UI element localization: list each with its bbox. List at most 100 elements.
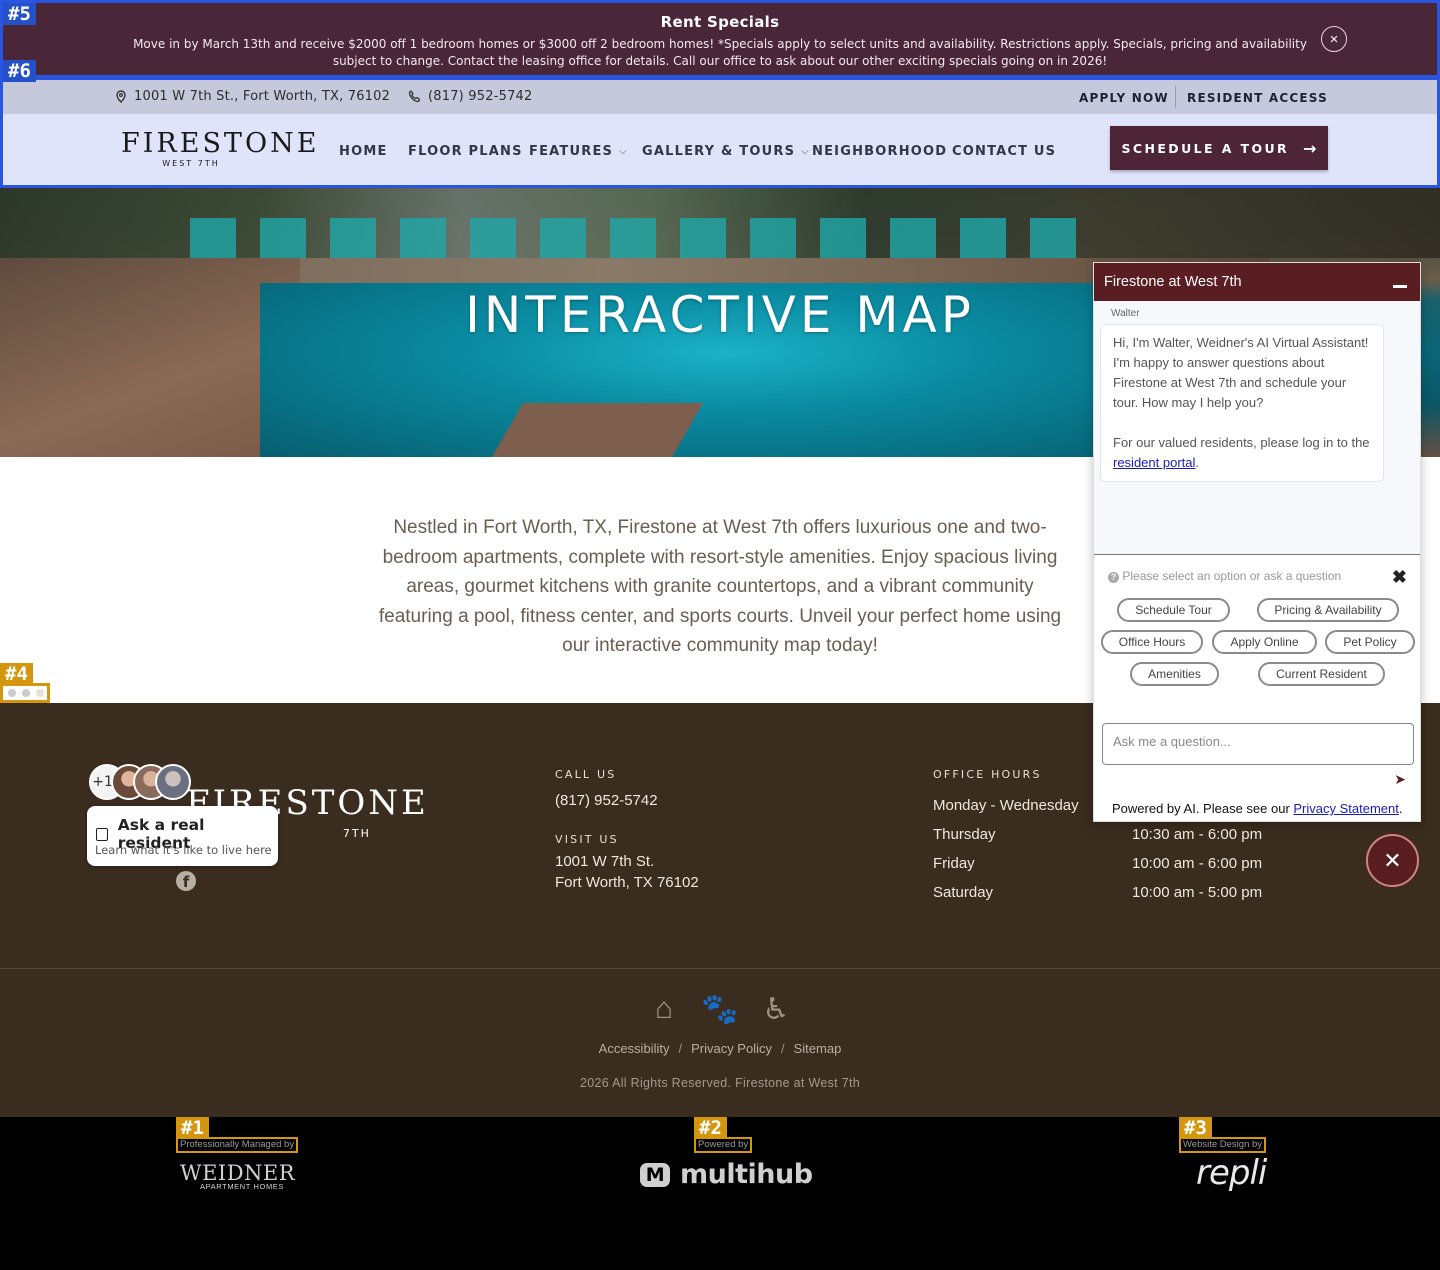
minimize-icon[interactable] bbox=[1393, 285, 1407, 288]
ask-resident-card[interactable]: Ask a real resident Learn what it's like… bbox=[87, 806, 278, 866]
chat-prompt: ? Please select an option or ask a quest… bbox=[1108, 569, 1341, 583]
loading-dots[interactable] bbox=[0, 683, 50, 703]
option-pet-policy[interactable]: Pet Policy bbox=[1325, 630, 1415, 654]
nav-features[interactable]: FEATURES ⌵ bbox=[529, 144, 628, 159]
sitemap-link[interactable]: Sitemap bbox=[794, 1041, 842, 1056]
overlay-tag-6: #6 bbox=[3, 60, 36, 82]
overlay-tag-4: #4 bbox=[0, 663, 33, 685]
hours-day: Thursday bbox=[933, 826, 996, 843]
chat-message: Hi, I'm Walter, Weidner's AI Virtual Ass… bbox=[1100, 324, 1384, 482]
overlay-tag-2: #2 bbox=[694, 1117, 727, 1139]
send-icon[interactable]: ➤ bbox=[1394, 771, 1406, 788]
resident-note: For our valued residents, please log in … bbox=[1113, 433, 1371, 473]
hours-day: Saturday bbox=[933, 884, 994, 901]
link-separator: / bbox=[781, 1041, 785, 1056]
call-us-label: CALL US bbox=[555, 768, 617, 781]
pet-friendly-icon: 🐾 bbox=[701, 992, 739, 1026]
chevron-down-icon: ⌵ bbox=[801, 146, 810, 157]
hours-row: Thursday 10:30 am - 6:00 pm bbox=[933, 826, 1273, 843]
nav-floor-plans-label: FLOOR PLANS bbox=[408, 144, 523, 159]
accessibility-link[interactable]: Accessibility bbox=[599, 1041, 670, 1056]
rent-specials-banner: Rent Specials Move in by March 13th and … bbox=[0, 0, 1440, 78]
chat-title: Firestone at West 7th bbox=[1104, 274, 1242, 290]
nav-contact-us[interactable]: CONTACT US bbox=[952, 144, 1056, 159]
option-apply-online[interactable]: Apply Online bbox=[1212, 630, 1317, 654]
apply-now-link[interactable]: APPLY NOW bbox=[1079, 91, 1169, 105]
dot bbox=[36, 689, 44, 697]
site-header: 1001 W 7th St., Fort Worth, TX, 76102 (8… bbox=[0, 78, 1440, 188]
chat-footer: Powered by AI. Please see our Privacy St… bbox=[1112, 801, 1403, 816]
footer-address-line2[interactable]: Fort Worth, TX 76102 bbox=[555, 872, 699, 893]
ask-resident-subtitle: Learn what it's like to live here bbox=[95, 843, 272, 857]
visit-us-label: VISIT US bbox=[555, 833, 619, 846]
weidner-logo[interactable]: WEIDNER APARTMENT HOMES bbox=[180, 1161, 295, 1191]
address-link[interactable]: 1001 W 7th St., Fort Worth, TX, 76102 bbox=[115, 89, 390, 104]
option-amenities[interactable]: Amenities bbox=[1130, 662, 1219, 686]
option-office-hours[interactable]: Office Hours bbox=[1101, 630, 1203, 654]
hours-time: 10:30 am - 6:00 pm bbox=[1132, 826, 1263, 843]
multihub-logo[interactable]: M multihub bbox=[640, 1159, 813, 1190]
office-hours-label: OFFICE HOURS bbox=[933, 768, 1042, 781]
resident-access-link[interactable]: RESIDENT ACCESS bbox=[1187, 91, 1328, 105]
privacy-statement-link[interactable]: Privacy Statement bbox=[1293, 801, 1399, 816]
chat-messages: Walter Hi, I'm Walter, Weidner's AI Virt… bbox=[1094, 301, 1420, 555]
option-current-resident[interactable]: Current Resident bbox=[1258, 662, 1385, 686]
option-pricing-availability[interactable]: Pricing & Availability bbox=[1257, 598, 1399, 622]
firestone-logo[interactable]: FIRESTONE WEST 7TH bbox=[121, 128, 320, 169]
schedule-tour-button[interactable]: SCHEDULE A TOUR → bbox=[1110, 126, 1328, 170]
nav-gallery-label: GALLERY & TOURS bbox=[642, 144, 796, 159]
nav-home[interactable]: HOME bbox=[339, 144, 388, 159]
phone-link[interactable]: (817) 952-5742 bbox=[408, 89, 532, 104]
nav-home-label: HOME bbox=[339, 144, 388, 159]
multihub-mark-icon: M bbox=[640, 1162, 670, 1187]
nav-features-label: FEATURES bbox=[529, 144, 614, 159]
chat-options: ? Please select an option or ask a quest… bbox=[1094, 555, 1420, 719]
hours-day: Monday - Wednesday bbox=[933, 797, 1079, 814]
nav-floor-plans[interactable]: FLOOR PLANS bbox=[408, 144, 523, 159]
close-options-icon[interactable]: ✖ bbox=[1392, 567, 1407, 588]
close-chat-button[interactable]: ✕ bbox=[1366, 834, 1419, 887]
privacy-policy-link[interactable]: Privacy Policy bbox=[691, 1041, 772, 1056]
overlay-tag-1: #1 bbox=[176, 1117, 209, 1139]
link-separator: / bbox=[678, 1041, 683, 1056]
overlay-tag-5: #5 bbox=[3, 3, 36, 25]
logo-name: FIRESTONE bbox=[121, 128, 320, 159]
arrow-right-icon: → bbox=[1303, 138, 1317, 158]
hours-time: 10:00 am - 5:00 pm bbox=[1132, 884, 1263, 901]
chat-footer-prefix: Powered by AI. Please see our bbox=[1112, 801, 1294, 816]
intro-text: Nestled in Fort Worth, TX, Firestone at … bbox=[378, 517, 1062, 656]
footer-logo-sub: 7TH bbox=[342, 827, 371, 840]
hours-day: Friday bbox=[933, 855, 975, 872]
nav-neighborhood-label: NEIGHBORHOOD bbox=[812, 144, 948, 159]
chat-widget: Firestone at West 7th Walter Hi, I'm Wal… bbox=[1093, 262, 1421, 822]
avatar bbox=[155, 764, 191, 800]
footer-address-line1[interactable]: 1001 W 7th St. bbox=[555, 851, 654, 872]
managed-by-label: Professionally Managed by bbox=[176, 1137, 299, 1153]
footer-links: Accessibility / Privacy Policy / Sitemap bbox=[0, 1041, 1440, 1056]
resident-note-suffix: . bbox=[1195, 455, 1200, 470]
chat-bubble-icon bbox=[96, 827, 108, 841]
dot bbox=[8, 689, 16, 697]
nav-gallery-tours[interactable]: GALLERY & TOURS ⌵ bbox=[642, 144, 810, 159]
nav-neighborhood[interactable]: NEIGHBORHOOD bbox=[812, 144, 947, 159]
wheelchair-accessible-icon: ♿ bbox=[762, 992, 790, 1026]
option-schedule-tour[interactable]: Schedule Tour bbox=[1117, 598, 1230, 622]
schedule-tour-label: SCHEDULE A TOUR bbox=[1121, 140, 1290, 156]
design-by-label: Website Design by bbox=[1179, 1137, 1267, 1153]
specials-title: Rent Specials bbox=[660, 13, 780, 31]
dot bbox=[22, 689, 30, 697]
facebook-icon[interactable]: f bbox=[176, 871, 196, 891]
agent-name: Walter bbox=[1111, 308, 1140, 319]
credits-bar: Professionally Managed by WEIDNER APARTM… bbox=[0, 1117, 1440, 1270]
chat-input[interactable]: Ask me a question... bbox=[1102, 723, 1414, 765]
hours-time: 10:00 am - 6:00 pm bbox=[1132, 855, 1263, 872]
footer-phone[interactable]: (817) 952-5742 bbox=[555, 790, 658, 811]
help-icon: ? bbox=[1108, 572, 1119, 583]
phone-text: (817) 952-5742 bbox=[428, 89, 533, 104]
multihub-wordmark: multihub bbox=[680, 1159, 813, 1190]
powered-by-label: Powered by bbox=[694, 1137, 753, 1153]
repli-logo[interactable]: repli bbox=[1196, 1153, 1267, 1193]
equal-housing-icon: ⌂ bbox=[654, 992, 674, 1025]
resident-portal-link[interactable]: resident portal bbox=[1113, 455, 1195, 470]
close-icon[interactable]: × bbox=[1321, 26, 1347, 52]
